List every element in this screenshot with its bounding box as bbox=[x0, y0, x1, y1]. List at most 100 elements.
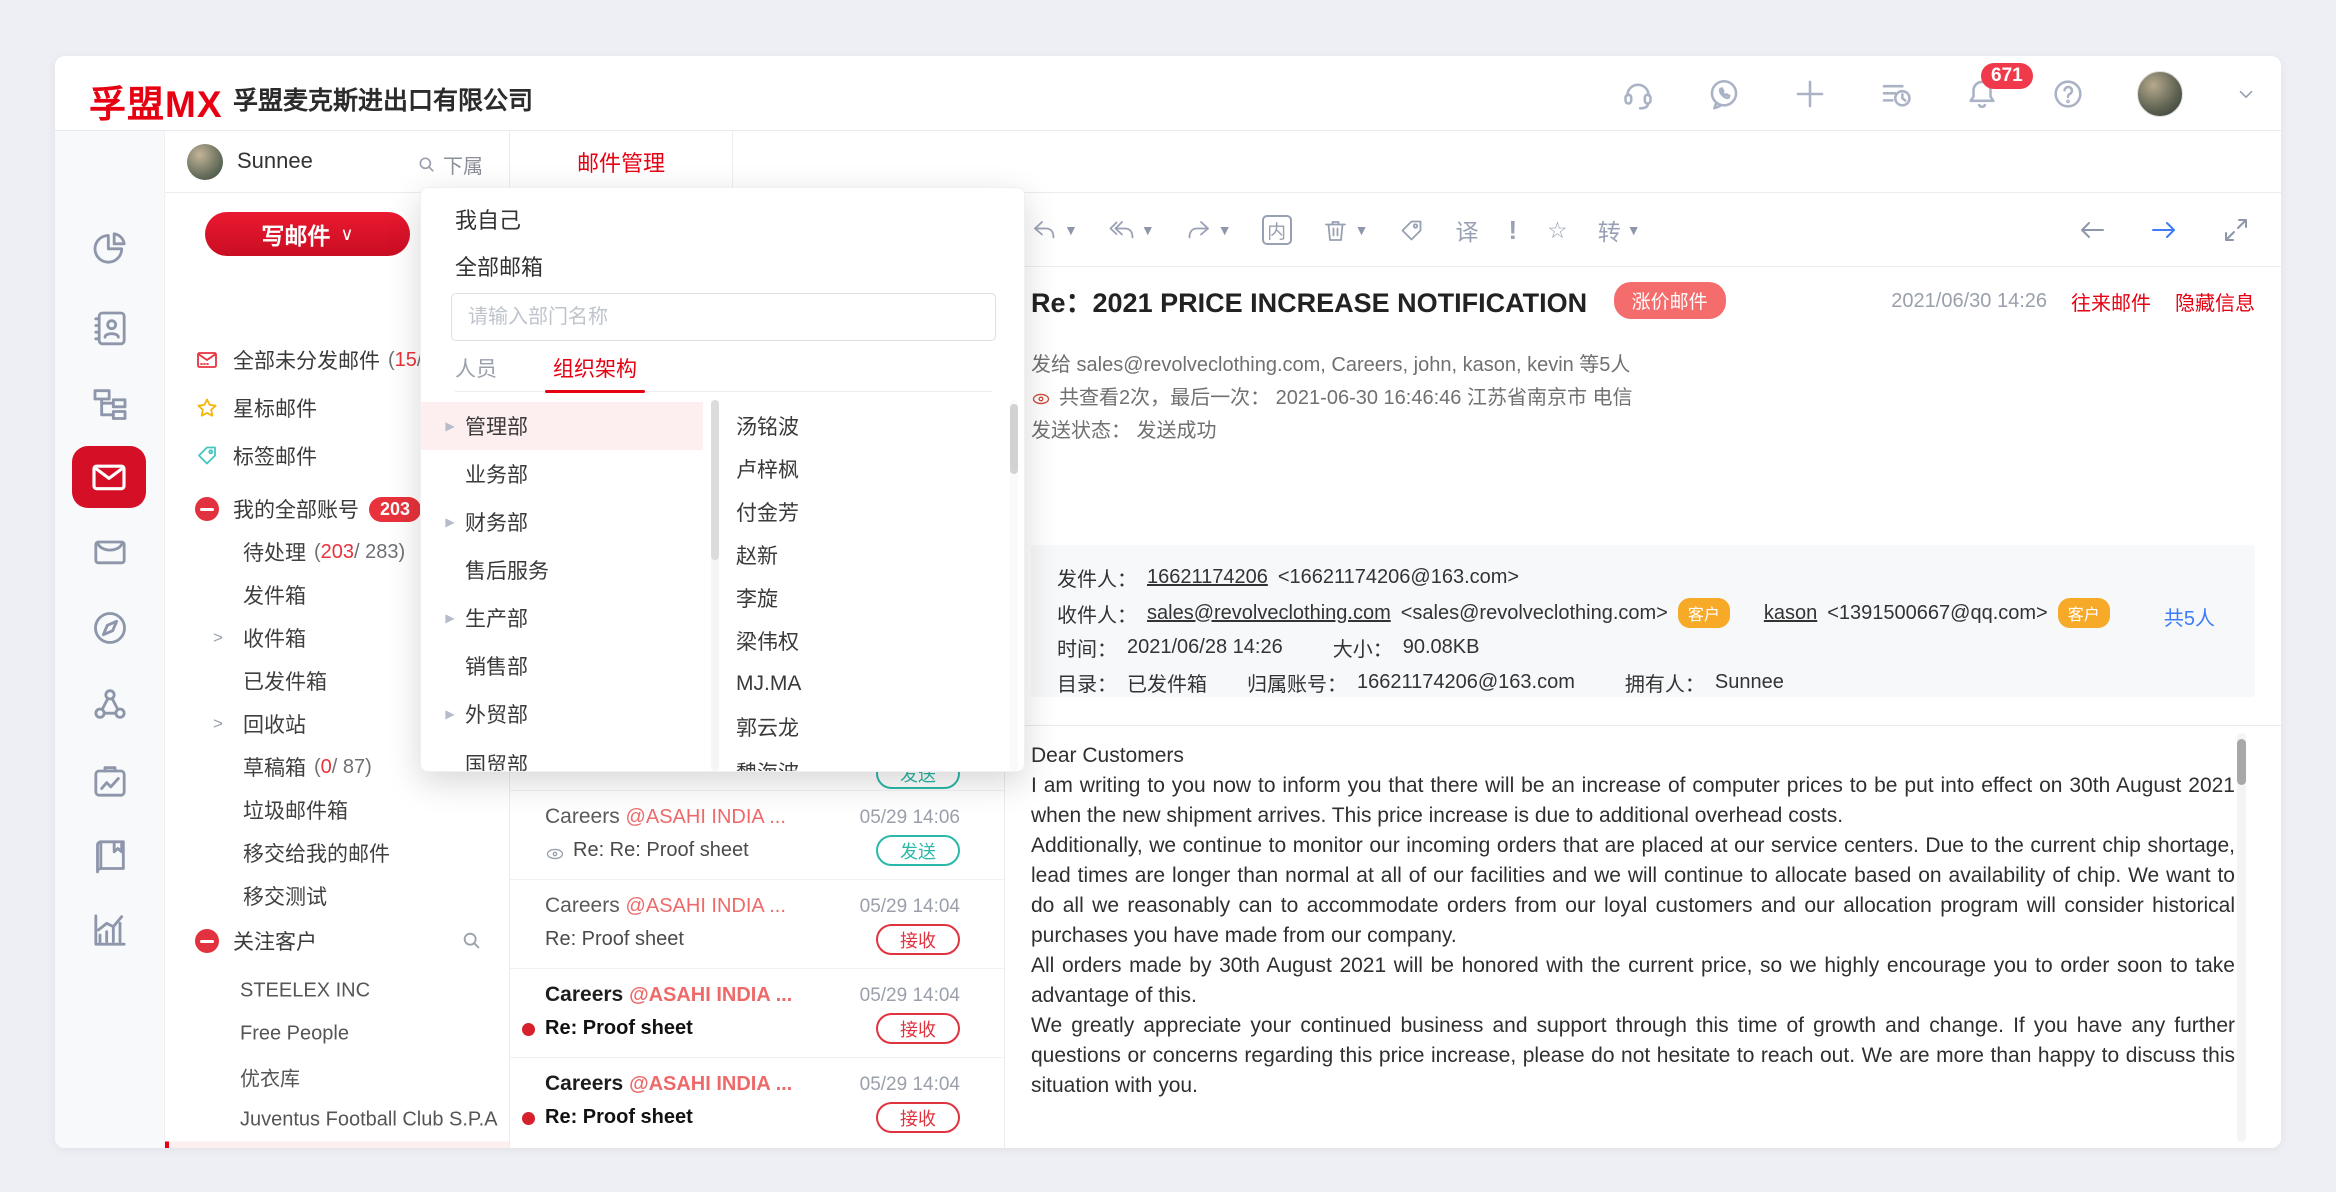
compass-icon[interactable] bbox=[90, 608, 130, 648]
share-network-icon[interactable] bbox=[90, 684, 130, 724]
compose-mail-button[interactable]: 写邮件∨ bbox=[205, 212, 410, 256]
price-increase-tag: 涨价邮件 bbox=[1614, 282, 1726, 319]
customer-item[interactable]: 优衣库 bbox=[165, 1056, 509, 1099]
org-structure-icon[interactable] bbox=[90, 384, 130, 424]
contacts-icon[interactable] bbox=[90, 308, 130, 348]
delete-button[interactable]: ▼ bbox=[1322, 217, 1369, 244]
department-item[interactable]: ▶生产部 bbox=[421, 594, 703, 642]
subordinate-selector[interactable]: 下属 bbox=[417, 150, 483, 179]
department-item[interactable]: 国贸部 bbox=[421, 740, 703, 772]
search-icon[interactable] bbox=[461, 930, 483, 952]
popup-item-myself[interactable]: 我自己 bbox=[455, 203, 521, 235]
department-scrollbar[interactable] bbox=[711, 400, 719, 771]
dashboard-pie-icon[interactable] bbox=[90, 228, 130, 268]
user-avatar[interactable] bbox=[2137, 71, 2183, 117]
mail-info-card: 发件人： 16621174206 <16621174206@163.com> 收… bbox=[1031, 545, 2255, 697]
followed-customers-header[interactable]: 关注客户 bbox=[165, 921, 509, 961]
sender-address-link[interactable]: 16621174206 bbox=[1147, 566, 1268, 589]
notification-bell-icon[interactable]: 671 bbox=[1965, 77, 1999, 111]
internal-forward-button[interactable]: 内 bbox=[1262, 215, 1292, 245]
folder-transfer-test[interactable]: 移交测试 bbox=[165, 877, 509, 915]
customer-item[interactable]: Free People bbox=[165, 1013, 509, 1056]
view-count-line: 共查看2次，最后一次： 2021-06-30 16:46:46 江苏省南京市 电… bbox=[1031, 381, 1633, 410]
org-selector-popup: 我自己 全部邮箱 人员 组织架构 ▶管理部 业务部 ▶财务部 售后服务 ▶生产部… bbox=[420, 187, 1025, 772]
reply-button[interactable]: ▼ bbox=[1031, 217, 1078, 244]
department-item[interactable]: 销售部 bbox=[421, 642, 703, 690]
expand-triangle-icon[interactable]: ▶ bbox=[435, 515, 465, 529]
department-item[interactable]: 售后服务 bbox=[421, 546, 703, 594]
department-item-active[interactable]: ▶管理部 bbox=[421, 402, 703, 450]
important-button[interactable]: ! bbox=[1508, 215, 1517, 246]
member-item[interactable]: 卢梓枫 bbox=[736, 454, 799, 484]
mail-list-row-unread[interactable]: Careers @ASAHI INDIA ... 05/29 14:04 Re:… bbox=[510, 1057, 1004, 1146]
body-scrollbar[interactable] bbox=[2237, 733, 2246, 1142]
scrollbar-thumb[interactable] bbox=[711, 400, 719, 560]
member-item[interactable]: MJ.MA bbox=[736, 672, 801, 696]
member-item[interactable]: 魏海波 bbox=[736, 757, 799, 772]
department-item[interactable]: ▶财务部 bbox=[421, 498, 703, 546]
member-item[interactable]: 郭云龙 bbox=[736, 712, 799, 742]
expand-arrow-icon[interactable]: > bbox=[213, 628, 243, 648]
analytics-chart-icon[interactable] bbox=[90, 910, 130, 950]
folder-junk[interactable]: 垃圾邮件箱 bbox=[165, 791, 509, 829]
recipient-address-link[interactable]: sales@revolveclothing.com bbox=[1147, 602, 1391, 625]
scrollbar-thumb[interactable] bbox=[1010, 404, 1018, 474]
total-recipients-link[interactable]: 共5人 bbox=[2164, 602, 2215, 631]
report-clipboard-icon[interactable] bbox=[90, 761, 130, 801]
mail-date: 2021/06/30 14:26 bbox=[1891, 290, 2047, 313]
popup-item-all-mailboxes[interactable]: 全部邮箱 bbox=[455, 250, 543, 282]
inbox-open-icon[interactable] bbox=[90, 532, 130, 572]
tab-people[interactable]: 人员 bbox=[455, 353, 497, 383]
chevron-down-icon: ▼ bbox=[1141, 222, 1155, 238]
recipient-address-link[interactable]: kason bbox=[1764, 602, 1817, 625]
member-item[interactable]: 汤铭波 bbox=[736, 411, 799, 441]
translate-button[interactable]: 译 bbox=[1455, 213, 1478, 247]
task-history-icon[interactable] bbox=[1879, 77, 1913, 111]
chevron-down-icon: ▼ bbox=[1355, 222, 1369, 238]
reply-all-button[interactable]: ▼ bbox=[1108, 217, 1155, 244]
star-button[interactable]: ☆ bbox=[1547, 217, 1568, 244]
body-paragraph: Additionally, we continue to monitor our… bbox=[1031, 831, 2235, 951]
department-item[interactable]: ▶外贸部 bbox=[421, 690, 703, 738]
expand-triangle-icon[interactable]: ▶ bbox=[435, 419, 465, 433]
forward-button[interactable]: ▼ bbox=[1185, 217, 1232, 244]
headset-support-icon[interactable] bbox=[1621, 77, 1655, 111]
folder-transferred-to-me[interactable]: 移交给我的邮件 bbox=[165, 834, 509, 872]
customer-item[interactable]: STEELEX INC bbox=[165, 970, 509, 1013]
member-item[interactable]: 付金芳 bbox=[736, 497, 799, 527]
hide-info-link[interactable]: 隐藏信息 bbox=[2175, 287, 2255, 316]
help-icon[interactable] bbox=[2051, 77, 2085, 111]
mail-list-row[interactable]: Careers @ASAHI INDIA ... 05/29 14:04 Re:… bbox=[510, 879, 1004, 968]
knowledge-book-icon[interactable] bbox=[90, 836, 130, 876]
unread-dot bbox=[522, 1112, 535, 1125]
mail-module-active[interactable] bbox=[72, 446, 146, 508]
whatsapp-icon[interactable] bbox=[1707, 77, 1741, 111]
member-item[interactable]: 赵新 bbox=[736, 540, 778, 570]
member-item[interactable]: 李旋 bbox=[736, 583, 778, 613]
previous-mail-arrow[interactable] bbox=[2077, 215, 2107, 245]
search-icon bbox=[417, 155, 437, 175]
expand-triangle-icon[interactable]: ▶ bbox=[435, 611, 465, 625]
tab-org-structure[interactable]: 组织架构 bbox=[553, 353, 637, 383]
next-mail-arrow[interactable] bbox=[2149, 215, 2179, 245]
department-item[interactable]: 业务部 bbox=[421, 450, 703, 498]
customer-item-selected[interactable]: ASAHI INDIA GLASS LTD bbox=[165, 1142, 509, 1149]
expand-arrow-icon[interactable]: > bbox=[213, 714, 243, 734]
star-icon bbox=[195, 396, 219, 420]
chevron-down-icon[interactable] bbox=[2235, 83, 2257, 105]
scrollbar-thumb[interactable] bbox=[2237, 739, 2246, 785]
mail-list-row[interactable]: Careers @ASAHI INDIA ... 05/29 14:06 Re:… bbox=[510, 790, 1004, 879]
member-scrollbar[interactable] bbox=[1010, 400, 1018, 771]
plus-create-icon[interactable] bbox=[1793, 77, 1827, 111]
tab-mail-management[interactable]: 邮件管理 bbox=[510, 131, 733, 193]
mail-list-row-unread[interactable]: Careers @ASAHI INDIA ... 05/29 14:04 Re:… bbox=[510, 968, 1004, 1057]
tag-button[interactable] bbox=[1398, 217, 1425, 244]
expand-triangle-icon[interactable]: ▶ bbox=[435, 707, 465, 721]
department-search-input[interactable] bbox=[451, 293, 996, 341]
transfer-button[interactable]: 转▼ bbox=[1598, 213, 1641, 247]
correspondence-link[interactable]: 往来邮件 bbox=[2071, 287, 2151, 316]
sidebar-user-avatar[interactable] bbox=[187, 144, 223, 180]
member-item[interactable]: 梁伟权 bbox=[736, 626, 799, 656]
customer-item[interactable]: Juventus Football Club S.P.A bbox=[165, 1099, 509, 1142]
fullscreen-expand-icon[interactable] bbox=[2221, 215, 2251, 245]
